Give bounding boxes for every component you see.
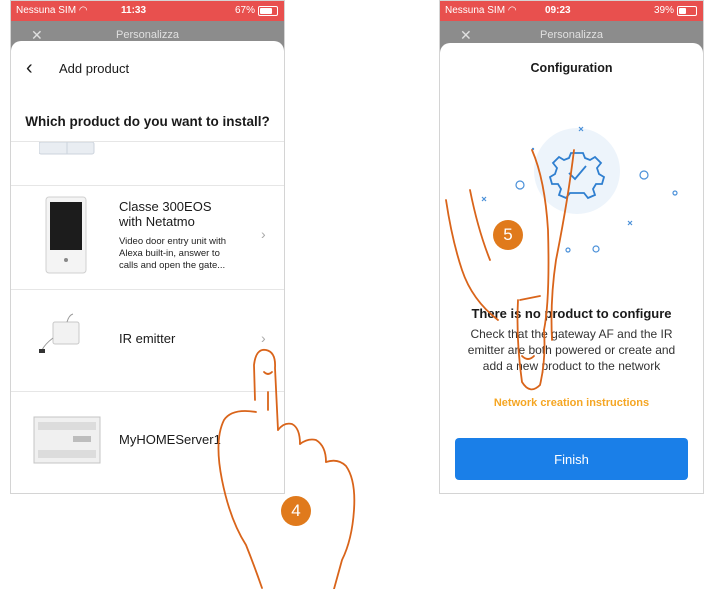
hand-pointer-icon (445, 149, 575, 391)
step-badge-4: 4 (281, 496, 311, 526)
tap-gesture-overlay (217, 149, 575, 589)
step-badge-5: 5 (493, 220, 523, 250)
hand-pointer-icon (217, 348, 356, 589)
